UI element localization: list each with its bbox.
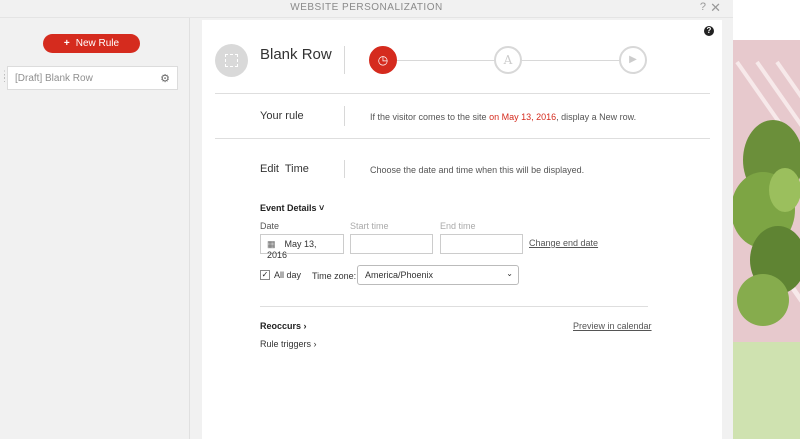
row-title: Blank Row	[260, 46, 332, 63]
rules-sidebar: + New Rule ⋮ ⋮ [Draft] Blank Row ⚙	[0, 18, 190, 439]
plus-icon: +	[63, 38, 70, 49]
step-schedule[interactable]: ◷	[369, 46, 397, 74]
preview-calendar-link[interactable]: Preview in calendar	[573, 321, 652, 331]
all-day-label: All day	[274, 270, 302, 280]
timezone-select[interactable]: America/Phoenix ⌄	[357, 265, 519, 285]
rule-editor-panel: ? Blank Row ◷ A ▶ Your rule If the visit…	[202, 20, 722, 439]
section-divider-vertical	[344, 106, 345, 126]
step-publish[interactable]: ▶	[619, 46, 647, 74]
event-details-toggle[interactable]: Event Details ˅	[260, 203, 324, 213]
rule-item-label: [Draft] Blank Row	[15, 73, 93, 84]
gear-icon[interactable]: ⚙	[160, 72, 170, 85]
end-time-label: End time	[440, 221, 476, 231]
reoccurs-link[interactable]: Reoccurs ›	[260, 321, 307, 331]
section-divider	[215, 93, 710, 94]
timezone-value: America/Phoenix	[365, 270, 434, 280]
rule-summary-prefix: If the visitor comes to the site	[370, 112, 490, 122]
start-time-input[interactable]	[350, 234, 433, 254]
rule-triggers-link[interactable]: Rule triggers ›	[260, 339, 317, 349]
start-time-label: Start time	[350, 221, 389, 231]
edit-time-label: Edit Time	[260, 163, 309, 175]
timezone-label: Time zone:	[312, 271, 357, 281]
rule-summary-date: on May 13, 2016	[489, 112, 557, 122]
section-divider	[260, 306, 648, 307]
end-time-input[interactable]	[440, 234, 523, 254]
window-title: WEBSITE PERSONALIZATION	[290, 2, 443, 13]
rule-summary: If the visitor comes to the site on May …	[370, 112, 636, 122]
question-icon[interactable]: ?	[704, 26, 714, 36]
rule-summary-suffix: , display a New row.	[556, 112, 637, 122]
date-label: Date	[260, 221, 280, 231]
rule-list-item[interactable]: [Draft] Blank Row ⚙	[7, 66, 178, 90]
close-icon[interactable]: ✕	[710, 0, 721, 16]
new-rule-button[interactable]: + New Rule	[43, 34, 140, 53]
all-day-checkbox[interactable]: ✓	[260, 270, 270, 280]
section-divider	[215, 138, 710, 139]
new-rule-label: New Rule	[75, 38, 120, 49]
step-variant[interactable]: A	[494, 46, 522, 74]
steps-connector	[397, 60, 647, 61]
date-input[interactable]: ▦ May 13, 2016	[260, 234, 344, 260]
header-divider	[344, 46, 345, 74]
window-titlebar: WEBSITE PERSONALIZATION ? ✕	[0, 0, 733, 18]
photo-green-area	[733, 342, 800, 439]
help-icon[interactable]: ?	[700, 1, 706, 13]
chevron-down-icon: ⌄	[506, 269, 513, 278]
your-rule-label: Your rule	[260, 110, 304, 122]
clock-icon: ◷	[377, 53, 389, 67]
play-icon: ▶	[629, 54, 637, 65]
change-end-date-link[interactable]: Change end date	[529, 238, 598, 248]
edit-time-description: Choose the date and time when this will …	[370, 165, 585, 175]
section-divider-vertical	[344, 160, 345, 178]
background-photo	[733, 0, 800, 439]
ab-test-icon: A	[503, 53, 513, 67]
calendar-icon: ▦	[267, 239, 276, 249]
lettuce-graphic	[733, 120, 800, 326]
blank-row-icon	[215, 44, 248, 77]
